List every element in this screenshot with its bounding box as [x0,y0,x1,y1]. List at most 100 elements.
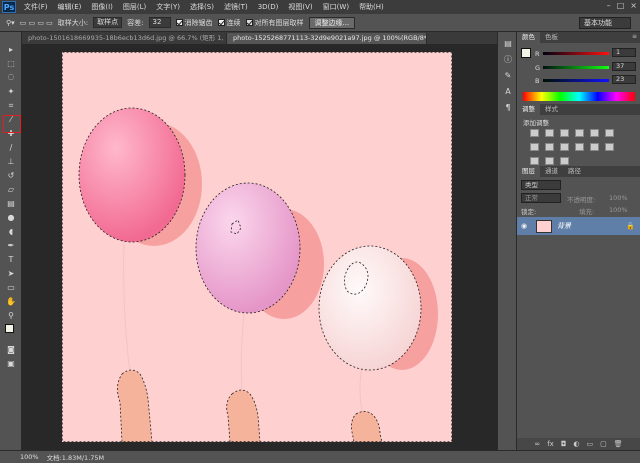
color-ramp[interactable] [523,92,635,101]
channel-mixer-icon[interactable] [575,143,584,151]
color-fg-swatch[interactable] [521,48,531,58]
selection-mode-icons[interactable]: ▭ ▭ ▭ ▭ [20,19,53,27]
add-mask-icon[interactable]: ◘ [561,440,567,448]
brush-panel-icon[interactable]: ✎ [500,70,516,81]
exposure-icon[interactable] [575,129,584,137]
sample-all-option[interactable]: 对所有图层取样 [245,18,304,28]
r-slider[interactable] [543,52,609,55]
color-balance-icon[interactable] [530,143,539,151]
fill-value[interactable]: 100% [609,206,628,214]
menu-layer[interactable]: 图层(L) [118,2,151,12]
gradient-map-icon[interactable] [545,157,554,165]
vibrance-icon[interactable] [590,129,599,137]
type-tool-icon[interactable]: T [3,254,19,265]
magic-wand-preset-icon[interactable]: ⚲▾ [6,19,15,27]
layer-row-background[interactable]: ◉ 背景 🔒 [517,217,640,235]
screen-mode-icon[interactable]: ▣ [3,358,19,369]
hand-tool-icon[interactable]: ✋ [3,296,19,307]
dodge-tool-icon[interactable]: ◖ [3,226,19,237]
tab-channels[interactable]: 通道 [540,166,563,177]
fx-icon[interactable]: fx [547,440,554,448]
layer-name[interactable]: 背景 [557,221,626,231]
history-brush-tool-icon[interactable]: ↺ [3,170,19,181]
minimize-button[interactable]: – [607,1,611,10]
properties-panel-icon[interactable]: ⓘ [500,54,516,65]
bw-icon[interactable] [545,143,554,151]
adjustment-layer-icon[interactable]: ◐ [573,440,579,448]
tab-layers[interactable]: 图层 [517,166,540,177]
character-panel-icon[interactable]: A [500,86,516,97]
new-layer-icon[interactable]: ▢ [600,440,607,448]
antialias-checkbox[interactable] [175,19,183,26]
menu-select[interactable]: 选择(S) [185,2,219,12]
contiguous-option[interactable]: 连续 [217,18,241,28]
levels-icon[interactable] [545,129,554,137]
crop-tool-icon[interactable]: ⌗ [3,100,19,111]
menu-help[interactable]: 帮助(H) [354,2,389,12]
gradient-tool-icon[interactable]: ▤ [3,198,19,209]
threshold-icon[interactable] [530,157,539,165]
panel-menu-icon[interactable]: ≡ [632,33,637,40]
tolerance-input[interactable]: 32 [148,17,171,28]
menu-view[interactable]: 视图(V) [283,2,317,12]
invert-icon[interactable] [590,143,599,151]
shape-tool-icon[interactable]: ▭ [3,282,19,293]
lasso-tool-icon[interactable]: ◌ [3,71,19,82]
menu-file[interactable]: 文件(F) [19,2,53,12]
menu-type[interactable]: 文字(Y) [151,2,185,12]
refine-edge-button[interactable]: 调整边缘... [308,16,356,29]
blur-tool-icon[interactable]: ● [3,212,19,223]
antialias-option[interactable]: 消除锯齿 [175,18,213,28]
menu-edit[interactable]: 编辑(E) [53,2,87,12]
b-slider[interactable] [543,79,609,82]
brush-tool-icon[interactable]: ∕ [3,142,19,153]
zoom-tool-icon[interactable]: ⚲ [3,310,19,321]
r-value[interactable]: 1 [612,48,636,57]
tab-styles[interactable]: 样式 [540,104,563,115]
menu-filter[interactable]: 滤镜(T) [219,2,253,12]
image-canvas[interactable] [62,52,452,442]
layer-kind-filter[interactable]: 类型 [521,180,561,190]
eraser-tool-icon[interactable]: ▱ [3,184,19,195]
g-value[interactable]: 37 [612,62,636,71]
quick-mask-icon[interactable]: ◙ [3,344,19,355]
magic-wand-tool-icon[interactable]: ✦ [3,86,19,97]
menu-3d[interactable]: 3D(D) [253,3,284,11]
maximize-button[interactable]: □ [617,1,625,10]
tab-paths[interactable]: 路径 [563,166,586,177]
marquee-tool-icon[interactable]: ⬚ [3,58,19,69]
tab-swatches[interactable]: 色板 [540,32,563,43]
photo-filter-icon[interactable] [560,143,569,151]
doc-tab-2[interactable]: photo-1525268771113-32d9e9021a97.jpg @ 1… [227,33,427,44]
move-tool-icon[interactable]: ▸ [3,44,19,55]
close-button[interactable]: × [630,1,637,10]
new-group-icon[interactable]: ▭ [586,440,593,448]
doc-tab-1[interactable]: photo-1501618669935-18b6ecb13d6d.jpg @ 6… [22,33,227,44]
opacity-value[interactable]: 100% [609,194,628,202]
tab-adjustments[interactable]: 调整 [517,104,540,115]
b-value[interactable]: 23 [612,75,636,84]
workspace-select[interactable]: 基本功能 [579,17,631,29]
g-slider[interactable] [543,66,609,69]
pen-tool-icon[interactable]: ✒ [3,240,19,251]
sample-all-checkbox[interactable] [245,19,253,26]
zoom-level[interactable]: 100% [20,453,39,461]
selective-color-icon[interactable] [560,157,569,165]
brightness-icon[interactable] [530,129,539,137]
visibility-eye-icon[interactable]: ◉ [517,222,531,230]
stamp-tool-icon[interactable]: ⊥ [3,156,19,167]
sample-size-select[interactable]: 取样点 [93,17,123,28]
tab-color[interactable]: 颜色 [517,32,540,43]
menu-window[interactable]: 窗口(W) [318,2,354,12]
curves-icon[interactable] [560,129,569,137]
menu-image[interactable]: 图像(I) [86,2,118,12]
path-select-tool-icon[interactable]: ➤ [3,268,19,279]
contiguous-checkbox[interactable] [217,19,225,26]
history-panel-icon[interactable]: ▤ [500,38,516,49]
hue-sat-icon[interactable] [605,129,614,137]
paragraph-panel-icon[interactable]: ¶ [500,102,516,113]
link-layers-icon[interactable]: ∞ [534,440,540,448]
blend-mode-select[interactable]: 正常 [521,193,561,203]
posterize-icon[interactable] [605,143,614,151]
foreground-color-swatch[interactable] [5,324,14,333]
